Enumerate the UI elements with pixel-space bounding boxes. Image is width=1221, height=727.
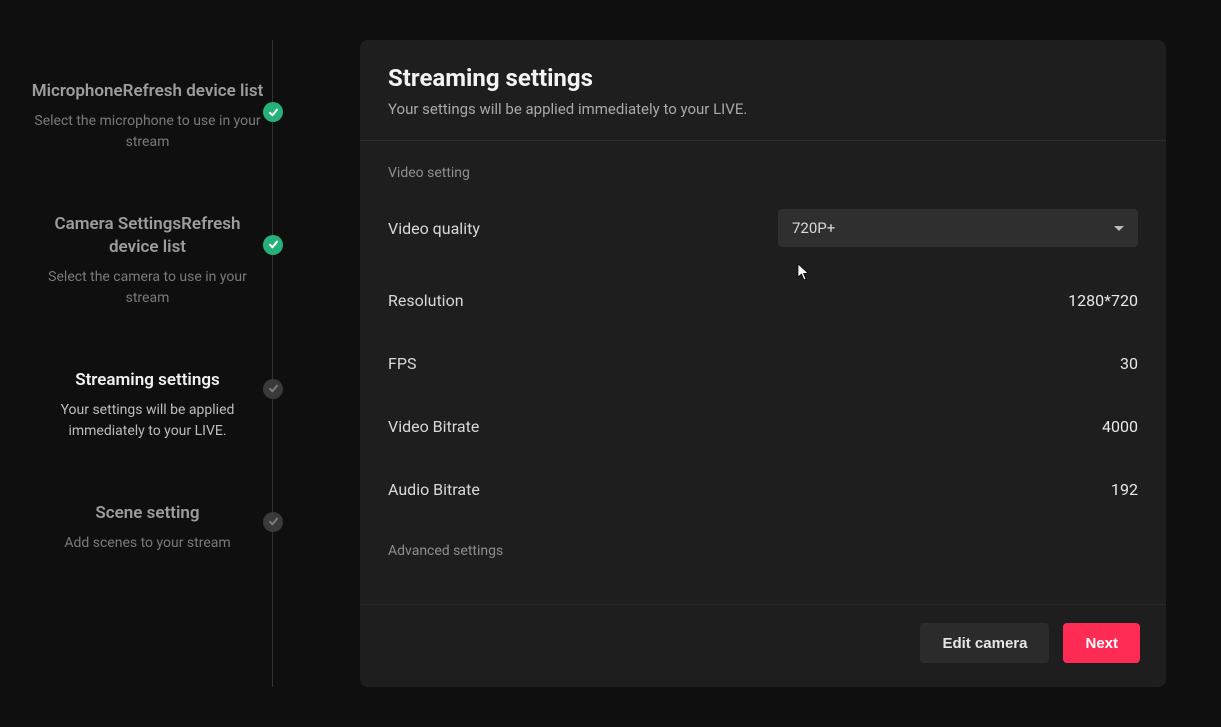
panel-body[interactable]: Video setting Video quality 720P+ Resolu… bbox=[360, 141, 1166, 604]
step-title: Scene setting bbox=[30, 502, 265, 525]
row-resolution: Resolution 1280*720 bbox=[388, 291, 1138, 310]
row-video-bitrate: Video Bitrate 4000 bbox=[388, 417, 1138, 436]
step-title: MicrophoneRefresh device list bbox=[30, 80, 265, 103]
step-scene-setting[interactable]: Scene setting Add scenes to your stream bbox=[0, 502, 295, 614]
step-title: Streaming settings bbox=[30, 369, 265, 392]
check-icon bbox=[263, 512, 283, 532]
row-audio-bitrate: Audio Bitrate 192 bbox=[388, 480, 1138, 499]
step-streaming-settings[interactable]: Streaming settings Your settings will be… bbox=[0, 369, 295, 502]
panel-header: Streaming settings Your settings will be… bbox=[360, 40, 1166, 141]
row-label: Audio Bitrate bbox=[388, 480, 480, 499]
check-icon bbox=[263, 379, 283, 399]
row-value: 30 bbox=[1120, 354, 1138, 373]
chevron-down-icon bbox=[1114, 226, 1124, 231]
panel-footer: Edit camera Next bbox=[360, 604, 1166, 687]
step-camera[interactable]: Camera SettingsRefresh device list Selec… bbox=[0, 213, 295, 369]
row-video-quality: Video quality 720P+ bbox=[388, 209, 1138, 247]
row-label: Video quality bbox=[388, 219, 480, 238]
video-quality-select[interactable]: 720P+ bbox=[778, 209, 1138, 247]
row-label: FPS bbox=[388, 354, 416, 373]
section-label-video: Video setting bbox=[388, 165, 1138, 181]
panel-title: Streaming settings bbox=[388, 64, 1138, 92]
next-button[interactable]: Next bbox=[1063, 623, 1140, 663]
streaming-settings-panel: Streaming settings Your settings will be… bbox=[360, 40, 1166, 687]
step-microphone[interactable]: MicrophoneRefresh device list Select the… bbox=[0, 80, 295, 213]
select-value: 720P+ bbox=[792, 219, 835, 237]
row-value: 192 bbox=[1111, 480, 1138, 499]
step-title: Camera SettingsRefresh device list bbox=[30, 213, 265, 259]
step-desc: Your settings will be applied immediatel… bbox=[30, 400, 265, 442]
step-desc: Select the camera to use in your stream bbox=[30, 267, 265, 309]
step-desc: Add scenes to your stream bbox=[30, 533, 265, 554]
row-label: Video Bitrate bbox=[388, 417, 479, 436]
row-fps: FPS 30 bbox=[388, 354, 1138, 373]
edit-camera-button[interactable]: Edit camera bbox=[920, 623, 1049, 663]
panel-subtitle: Your settings will be applied immediatel… bbox=[388, 100, 1138, 118]
row-value: 4000 bbox=[1102, 417, 1138, 436]
section-label-advanced: Advanced settings bbox=[388, 543, 1138, 559]
check-icon bbox=[263, 102, 283, 122]
check-icon bbox=[263, 235, 283, 255]
setup-stepper: MicrophoneRefresh device list Select the… bbox=[0, 0, 295, 727]
step-desc: Select the microphone to use in your str… bbox=[30, 111, 265, 153]
row-label: Resolution bbox=[388, 291, 464, 310]
row-value: 1280*720 bbox=[1068, 291, 1138, 310]
